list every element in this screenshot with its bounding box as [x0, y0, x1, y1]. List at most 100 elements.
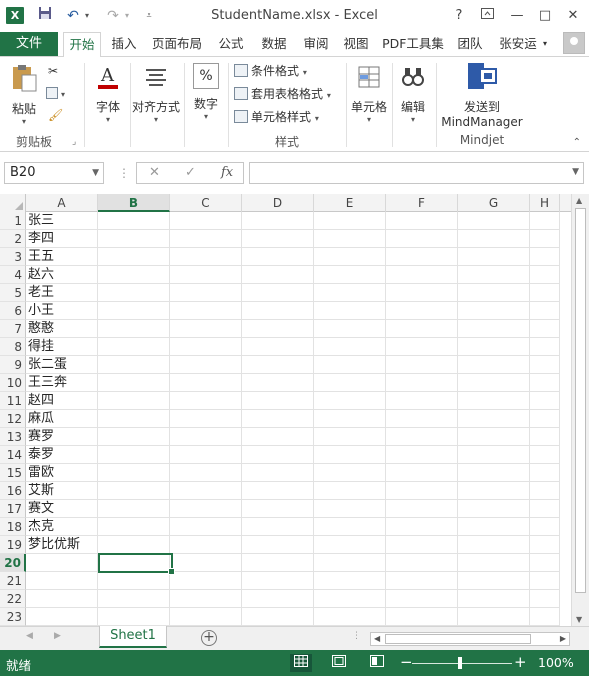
- cell-d22[interactable]: [242, 590, 314, 608]
- name-box[interactable]: B20 ▼: [4, 162, 104, 184]
- cell-b8[interactable]: [98, 338, 170, 356]
- cell-f16[interactable]: [386, 482, 458, 500]
- cell-h18[interactable]: [530, 518, 560, 536]
- select-all-button[interactable]: [0, 194, 26, 212]
- row-header-5[interactable]: 5: [0, 284, 26, 302]
- cell-h13[interactable]: [530, 428, 560, 446]
- number-button[interactable]: % 数字 ▾: [188, 63, 224, 121]
- cell-b21[interactable]: [98, 572, 170, 590]
- cell-c14[interactable]: [170, 446, 242, 464]
- cell-e2[interactable]: [314, 230, 386, 248]
- tab-team[interactable]: 团队: [452, 32, 488, 56]
- clipboard-dialog-launcher-icon[interactable]: ⌟: [72, 137, 76, 147]
- row-header-13[interactable]: 13: [0, 428, 26, 446]
- cell-a15[interactable]: 雷欧: [26, 464, 98, 482]
- insert-function-icon[interactable]: fx: [221, 163, 233, 183]
- cell-g4[interactable]: [458, 266, 530, 284]
- cell-g17[interactable]: [458, 500, 530, 518]
- cell-b2[interactable]: [98, 230, 170, 248]
- cell-d5[interactable]: [242, 284, 314, 302]
- cell-d4[interactable]: [242, 266, 314, 284]
- cell-a7[interactable]: 憨憨: [26, 320, 98, 338]
- row-header-19[interactable]: 19: [0, 536, 26, 554]
- page-layout-view-icon[interactable]: [328, 654, 350, 672]
- cell-h22[interactable]: [530, 590, 560, 608]
- cell-h1[interactable]: [530, 212, 560, 230]
- cell-b12[interactable]: [98, 410, 170, 428]
- cell-f5[interactable]: [386, 284, 458, 302]
- cell-f23[interactable]: [386, 608, 458, 626]
- cell-f20[interactable]: [386, 554, 458, 572]
- cell-e20[interactable]: [314, 554, 386, 572]
- cell-c10[interactable]: [170, 374, 242, 392]
- cell-g13[interactable]: [458, 428, 530, 446]
- cell-d19[interactable]: [242, 536, 314, 554]
- column-header-f[interactable]: F: [386, 194, 458, 212]
- column-header-d[interactable]: D: [242, 194, 314, 212]
- cell-f11[interactable]: [386, 392, 458, 410]
- cell-d6[interactable]: [242, 302, 314, 320]
- cell-d11[interactable]: [242, 392, 314, 410]
- cut-icon[interactable]: ✂: [48, 61, 58, 81]
- cell-g23[interactable]: [458, 608, 530, 626]
- cell-e10[interactable]: [314, 374, 386, 392]
- cell-c6[interactable]: [170, 302, 242, 320]
- cell-h5[interactable]: [530, 284, 560, 302]
- cell-f14[interactable]: [386, 446, 458, 464]
- cell-e16[interactable]: [314, 482, 386, 500]
- cell-h14[interactable]: [530, 446, 560, 464]
- cell-h19[interactable]: [530, 536, 560, 554]
- zoom-out-icon[interactable]: −: [400, 653, 413, 671]
- cell-d7[interactable]: [242, 320, 314, 338]
- help-button[interactable]: ?: [448, 6, 470, 26]
- cell-a13[interactable]: 赛罗: [26, 428, 98, 446]
- cell-c22[interactable]: [170, 590, 242, 608]
- row-header-2[interactable]: 2: [0, 230, 26, 248]
- row-header-17[interactable]: 17: [0, 500, 26, 518]
- row-header-7[interactable]: 7: [0, 320, 26, 338]
- cell-c23[interactable]: [170, 608, 242, 626]
- zoom-in-icon[interactable]: +: [514, 653, 527, 671]
- format-as-table-button[interactable]: 套用表格格式 ▾: [234, 84, 331, 104]
- cell-c2[interactable]: [170, 230, 242, 248]
- cell-c21[interactable]: [170, 572, 242, 590]
- cell-f6[interactable]: [386, 302, 458, 320]
- row-header-12[interactable]: 12: [0, 410, 26, 428]
- cell-a20[interactable]: [26, 554, 98, 572]
- cell-f9[interactable]: [386, 356, 458, 374]
- cell-f17[interactable]: [386, 500, 458, 518]
- restore-button[interactable]: □: [534, 6, 556, 26]
- row-header-22[interactable]: 22: [0, 590, 26, 608]
- cell-h4[interactable]: [530, 266, 560, 284]
- formula-input[interactable]: ▼: [249, 162, 584, 184]
- cell-f7[interactable]: [386, 320, 458, 338]
- cell-e22[interactable]: [314, 590, 386, 608]
- column-header-a[interactable]: A: [26, 194, 98, 212]
- cell-e18[interactable]: [314, 518, 386, 536]
- horizontal-scrollbar[interactable]: ◀ ▶: [370, 632, 570, 646]
- cell-e3[interactable]: [314, 248, 386, 266]
- cell-g5[interactable]: [458, 284, 530, 302]
- cell-g10[interactable]: [458, 374, 530, 392]
- cell-d2[interactable]: [242, 230, 314, 248]
- zoom-slider-track[interactable]: [412, 663, 512, 664]
- cell-f8[interactable]: [386, 338, 458, 356]
- cell-b1[interactable]: [98, 212, 170, 230]
- collapse-ribbon-icon[interactable]: ⌃: [573, 137, 581, 148]
- cell-h7[interactable]: [530, 320, 560, 338]
- cell-b16[interactable]: [98, 482, 170, 500]
- tab-file[interactable]: 文件: [0, 32, 58, 56]
- cell-c18[interactable]: [170, 518, 242, 536]
- alignment-button[interactable]: 对齐方式 ▾: [130, 63, 182, 124]
- cell-b15[interactable]: [98, 464, 170, 482]
- cell-c11[interactable]: [170, 392, 242, 410]
- cell-h12[interactable]: [530, 410, 560, 428]
- cell-d20[interactable]: [242, 554, 314, 572]
- cell-c13[interactable]: [170, 428, 242, 446]
- name-box-dropdown-icon[interactable]: ▼: [92, 163, 99, 183]
- tab-view[interactable]: 视图: [338, 32, 374, 56]
- cell-a16[interactable]: 艾斯: [26, 482, 98, 500]
- row-header-3[interactable]: 3: [0, 248, 26, 266]
- formula-bar-grip-icon[interactable]: ⋮: [118, 166, 130, 180]
- cell-e7[interactable]: [314, 320, 386, 338]
